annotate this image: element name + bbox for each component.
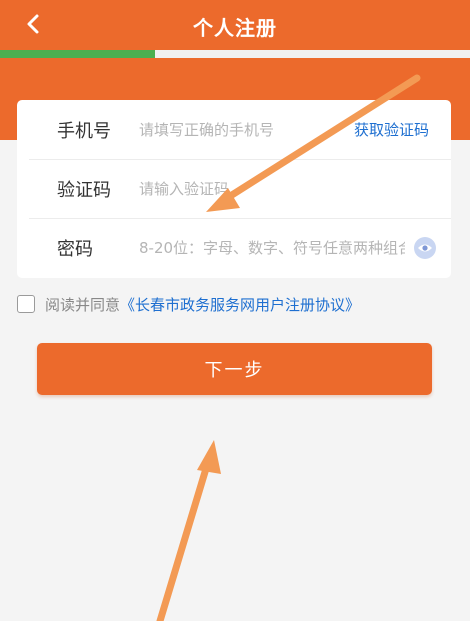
code-row: 验证码 [29, 159, 451, 219]
registration-form: 手机号 获取验证码 验证码 密码 [17, 100, 451, 278]
phone-row: 手机号 获取验证码 [29, 100, 451, 160]
agreement-checkbox[interactable] [17, 295, 35, 313]
next-step-button[interactable]: 下一步 [37, 343, 432, 395]
top-bar: 个人注册 [0, 0, 470, 50]
get-code-button[interactable]: 获取验证码 [354, 119, 429, 140]
password-label: 密码 [57, 238, 93, 260]
arrow-to-next-button [156, 440, 221, 621]
code-label: 验证码 [57, 179, 111, 201]
phone-input[interactable] [139, 120, 354, 139]
page-title: 个人注册 [193, 16, 277, 40]
agreement-link[interactable]: 《长春市政务服务网用户注册协议》 [120, 294, 360, 315]
password-row: 密码 [29, 218, 451, 277]
agreement: 阅读并同意 《长春市政务服务网用户注册协议》 [17, 292, 360, 316]
progress-fill [0, 50, 156, 58]
phone-label: 手机号 [57, 120, 111, 142]
code-input[interactable] [139, 179, 451, 198]
progress-bar [0, 50, 470, 58]
password-visibility-toggle[interactable] [413, 236, 437, 260]
eye-icon [414, 236, 436, 259]
password-input[interactable] [139, 238, 405, 257]
agreement-text: 阅读并同意 [45, 295, 121, 314]
